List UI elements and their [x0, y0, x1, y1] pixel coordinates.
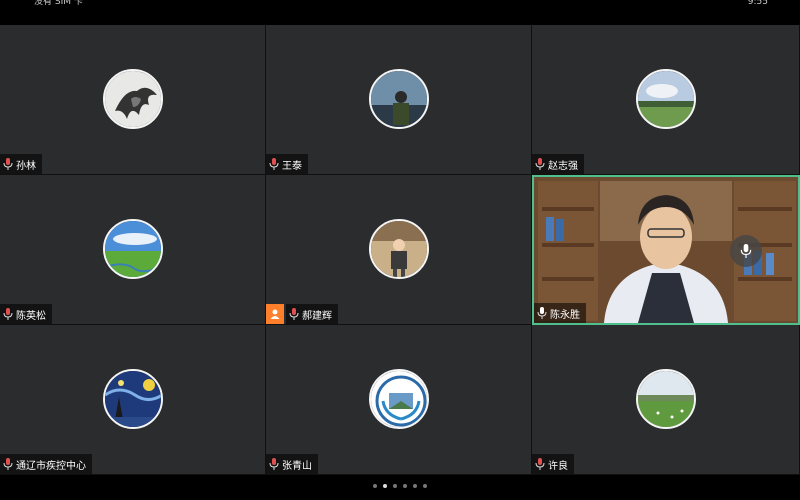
person-icon: [270, 309, 280, 319]
avatar: [368, 369, 429, 429]
microphone-icon: [537, 307, 547, 319]
participant-name: 赵志强: [548, 160, 578, 172]
avatar: [102, 369, 163, 429]
host-badge: [266, 304, 284, 324]
organization-logo: [370, 371, 427, 427]
participant-name-label: 许良: [532, 454, 574, 474]
participant-name-label: 赵志强: [532, 154, 584, 174]
participant-name-label: 王泰: [266, 154, 308, 174]
participant-name: 陈永胜: [550, 309, 580, 321]
participant-name: 许良: [548, 460, 568, 472]
page-dot[interactable]: [423, 484, 427, 488]
participant-name: 陈英松: [16, 310, 46, 322]
participant-tile[interactable]: 孙林: [0, 25, 266, 175]
page-dot[interactable]: [403, 484, 407, 488]
clock: 9:55: [747, 0, 768, 7]
mute-toggle-button[interactable]: [730, 235, 762, 267]
participant-name: 孙林: [16, 160, 36, 172]
status-bar: 没有 SIM 卡 9:55: [0, 0, 800, 10]
page-dot[interactable]: [393, 484, 397, 488]
participant-tile[interactable]: 通辽市疾控中心: [0, 325, 266, 475]
avatar: [102, 69, 163, 129]
avatar: [635, 69, 696, 129]
microphone-icon: [535, 158, 545, 170]
microphone-icon: [740, 244, 752, 258]
page-dot[interactable]: [383, 484, 387, 488]
microphone-icon: [3, 308, 13, 320]
participant-name-label: 陈英松: [0, 304, 52, 324]
microphone-icon: [269, 158, 279, 170]
participant-name-label: 孙林: [0, 154, 42, 174]
participant-tile-active-video[interactable]: 陈永胜: [532, 175, 800, 325]
page-indicator[interactable]: [0, 480, 800, 492]
avatar: [635, 369, 696, 429]
participant-name-label: 通辽市疾控中心: [0, 454, 92, 474]
participant-tile[interactable]: 张青山: [266, 325, 532, 475]
participant-tile[interactable]: 赵志强: [532, 25, 800, 175]
participant-name-label: 郝建辉: [286, 304, 338, 324]
participant-name-label: 张青山: [266, 454, 318, 474]
participant-name: 郝建辉: [302, 310, 332, 322]
participant-tile[interactable]: 郝建辉: [266, 175, 532, 325]
microphone-icon: [535, 458, 545, 470]
participant-name-label: 陈永胜: [534, 303, 586, 323]
participant-tile[interactable]: 陈英松: [0, 175, 266, 325]
participant-name: 王泰: [282, 160, 302, 172]
microphone-icon: [289, 308, 299, 320]
microphone-icon: [3, 158, 13, 170]
page-dot[interactable]: [413, 484, 417, 488]
participant-tile[interactable]: 许良: [532, 325, 800, 475]
carrier-text: 没有 SIM 卡: [34, 0, 83, 7]
avatar: [102, 219, 163, 279]
microphone-icon: [3, 458, 13, 470]
participant-name: 通辽市疾控中心: [16, 460, 86, 472]
participant-grid: 孙林 王泰 赵志强 陈英松 郝建辉 陈永胜 通辽市疾控中心 张青山 许良: [0, 25, 800, 475]
page-dot[interactable]: [373, 484, 377, 488]
participant-name: 张青山: [282, 460, 312, 472]
avatar: [368, 219, 429, 279]
avatar: [368, 69, 429, 129]
participant-tile[interactable]: 王泰: [266, 25, 532, 175]
microphone-icon: [269, 458, 279, 470]
